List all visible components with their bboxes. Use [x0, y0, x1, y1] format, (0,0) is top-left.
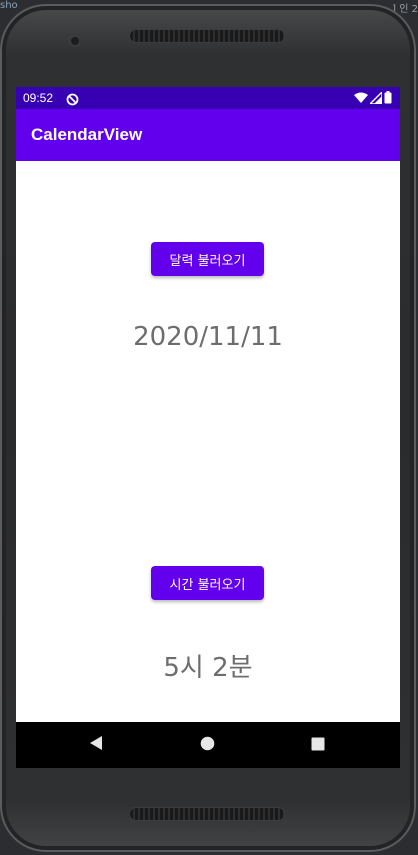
sync-disabled-icon	[66, 91, 79, 106]
background-text-left: sho	[0, 0, 18, 11]
status-time: 09:52	[23, 91, 54, 105]
battery-icon	[384, 89, 392, 108]
bottom-speaker-grille	[130, 808, 284, 820]
home-button[interactable]	[177, 722, 237, 768]
front-camera	[71, 37, 79, 45]
recents-square-icon	[311, 736, 325, 755]
wifi-icon	[354, 89, 368, 108]
back-triangle-icon	[89, 735, 103, 755]
time-value-text: 5시 2분	[163, 653, 253, 683]
status-icons	[354, 89, 392, 108]
phone-screen: 09:52 CalendarView 달력 불러오기 2020/11/11 시간…	[16, 87, 400, 768]
app-bar: CalendarView	[16, 109, 400, 161]
cell-signal-icon	[368, 89, 383, 108]
date-value-text: 2020/11/11	[133, 322, 283, 352]
phone-frame: 09:52 CalendarView 달력 불러오기 2020/11/11 시간…	[0, 4, 416, 852]
app-title: CalendarView	[31, 125, 143, 144]
load-calendar-button[interactable]: 달력 불러오기	[151, 242, 264, 276]
top-speaker-grille	[130, 30, 284, 42]
home-circle-icon	[200, 736, 215, 755]
navigation-bar	[16, 722, 400, 768]
back-button[interactable]	[66, 722, 126, 768]
load-time-button[interactable]: 시간 불러오기	[151, 566, 264, 600]
recents-button[interactable]	[288, 722, 348, 768]
status-bar: 09:52	[16, 87, 400, 109]
